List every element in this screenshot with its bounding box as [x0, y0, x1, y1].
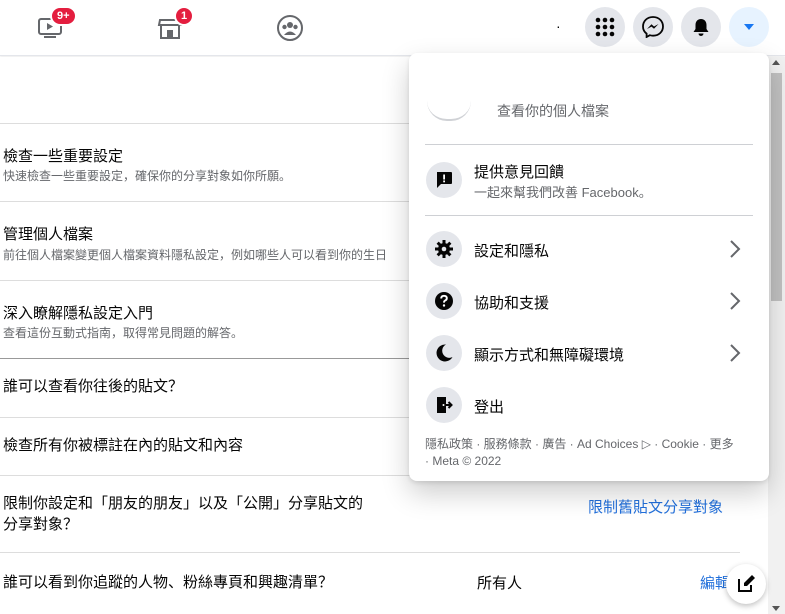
notifications-button[interactable]	[681, 7, 721, 47]
menu-item-logout[interactable]: 登出	[417, 379, 761, 431]
menu-divider	[425, 144, 753, 145]
caret-down-icon	[744, 24, 754, 30]
topbar-dot: ·	[556, 18, 561, 34]
menu-item-label: 登出	[474, 399, 505, 416]
profile-card[interactable]: 查看你的個人檔案	[417, 61, 761, 137]
messenger-button[interactable]	[633, 7, 673, 47]
row-subtitle: 快速檢查一些重要設定，確保你的分享對象如你所願。	[3, 169, 292, 183]
menu-item-settings[interactable]: 設定和隱私	[417, 223, 761, 275]
question-row: 誰可以看到你追蹤的人物、粉絲專頁和興趣清單？ 所有人 編輯	[0, 552, 740, 614]
question-row: 限制你設定和「朋友的朋友」以及「公開」分享貼文的分享對象？ 限制舊貼文分享對象	[0, 475, 740, 552]
row-subtitle: 查看這份互動式指南，取得常見問題的解答。	[3, 326, 244, 340]
view-profile-link: 查看你的個人檔案	[497, 103, 609, 119]
question-text: 檢查所有你被標註在內的貼文和內容	[3, 437, 244, 454]
limit-past-posts-link[interactable]: 限制舊貼文分享對象	[588, 496, 723, 517]
row-subtitle: 前往個人檔案變更個人檔案資料隱私設定，例如哪些人可以看到你的生日	[3, 248, 388, 262]
menu-divider	[425, 215, 753, 216]
scroll-up-arrow[interactable]	[772, 60, 780, 65]
bell-icon	[693, 19, 709, 36]
scroll-down-arrow[interactable]	[772, 606, 780, 611]
watch-badge: 9+	[50, 6, 77, 26]
marketplace-nav[interactable]: 1	[150, 6, 195, 48]
logout-icon-wrap	[426, 387, 462, 423]
question-text: 誰可以查看你往後的貼文？	[3, 378, 184, 395]
avatar	[427, 101, 471, 121]
footer-copyright: · Meta © 2022	[425, 454, 502, 468]
menu-item-label: 協助和支援	[474, 295, 550, 312]
row-title: 深入瞭解隱私設定入門	[3, 305, 154, 322]
gear-icon	[435, 240, 453, 258]
groups-nav[interactable]	[270, 8, 310, 48]
menu-footer: 隱私政策 · 服務條款 · 廣告 · Ad Choices ▷ · Cookie…	[425, 436, 755, 470]
chevron-right-icon	[730, 240, 741, 258]
marketplace-badge: 1	[174, 6, 195, 26]
audience-value: 所有人	[477, 575, 523, 592]
feedback-subtitle: 一起來幫我們改善 Facebook。	[474, 185, 652, 200]
grid-icon	[595, 17, 615, 37]
compose-icon	[738, 575, 755, 592]
watch-nav[interactable]: 9+	[30, 6, 77, 48]
chevron-right-icon	[730, 292, 741, 310]
account-button[interactable]	[729, 7, 769, 47]
messenger-icon	[642, 16, 664, 38]
feedback-icon	[437, 172, 452, 188]
feedback-icon-wrap	[426, 162, 462, 198]
scrollbar[interactable]	[768, 57, 785, 614]
menu-button[interactable]	[585, 7, 625, 47]
new-message-button[interactable]	[726, 564, 766, 604]
feedback-title: 提供意見回饋	[474, 164, 565, 181]
moon-icon-wrap	[426, 335, 462, 371]
give-feedback-item[interactable]: 提供意見回饋 一起來幫我們改善 Facebook。	[417, 151, 761, 209]
row-title: 管理個人檔案	[3, 226, 94, 243]
question-text: 限制你設定和「朋友的朋友」以及「公開」分享貼文的分享對象？	[3, 495, 364, 533]
row-title: 檢查一些重要設定	[3, 148, 124, 165]
moon-icon	[436, 344, 453, 362]
question-text: 誰可以看到你追蹤的人物、粉絲專頁和興趣清單？	[3, 574, 334, 591]
gear-icon-wrap	[426, 231, 462, 267]
question-icon-wrap	[426, 283, 462, 319]
chevron-right-icon	[730, 344, 741, 362]
menu-item-label: 設定和隱私	[474, 243, 550, 260]
groups-icon	[277, 15, 303, 41]
scroll-thumb[interactable]	[771, 73, 782, 301]
account-menu: 查看你的個人檔案 提供意見回饋 一起來幫我們改善 Facebook。 設定和隱私…	[409, 53, 769, 481]
footer-links[interactable]: 隱私政策 · 服務條款 · 廣告 · Ad Choices ▷ · Cookie…	[425, 436, 755, 453]
question-icon	[435, 292, 453, 310]
menu-item-label: 顯示方式和無障礙環境	[474, 347, 625, 364]
logout-icon	[437, 397, 453, 413]
menu-item-help[interactable]: 協助和支援	[417, 275, 761, 327]
top-bar: 9+ 1 ·	[0, 0, 785, 56]
menu-item-display[interactable]: 顯示方式和無障礙環境	[417, 327, 761, 379]
